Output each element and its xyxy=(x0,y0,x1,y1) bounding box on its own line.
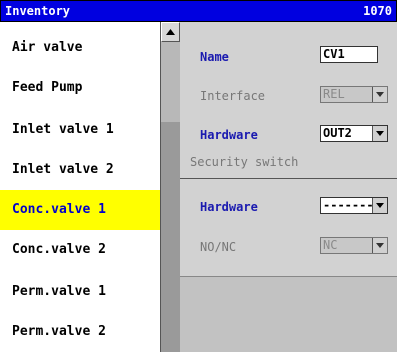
interface-value: REL xyxy=(323,87,345,101)
security-switch-section: Hardware ------- NO/NC NC xyxy=(180,178,397,276)
scroll-up-button[interactable] xyxy=(161,22,180,42)
security-hardware-select[interactable]: ------- xyxy=(320,197,388,214)
hardware-select[interactable]: OUT2 xyxy=(320,125,388,142)
hardware-value: OUT2 xyxy=(323,126,352,140)
chevron-down-icon xyxy=(376,243,384,248)
chevron-down-icon xyxy=(376,92,384,97)
name-field[interactable]: CV1 xyxy=(320,46,378,63)
security-hardware-value: ------- xyxy=(323,198,374,212)
list-item-perm-valve-2[interactable]: Perm.valve 2 xyxy=(0,312,160,352)
security-switch-heading: Security switch xyxy=(190,155,299,169)
list-item-conc-valve-2[interactable]: Conc.valve 2 xyxy=(0,230,160,270)
list-item-inlet-valve-2[interactable]: Inlet valve 2 xyxy=(0,150,160,190)
scroll-thumb[interactable] xyxy=(161,42,180,122)
interface-dropdown-button xyxy=(372,87,387,102)
interface-select: REL xyxy=(320,86,388,103)
security-hardware-label: Hardware xyxy=(200,200,258,214)
window-title: Inventory xyxy=(5,4,71,18)
inventory-list[interactable]: Air valve Feed Pump Inlet valve 1 Inlet … xyxy=(0,22,180,352)
nonc-dropdown-button xyxy=(372,238,387,253)
nonc-select: NC xyxy=(320,237,388,254)
list-scrollbar[interactable] xyxy=(160,22,180,352)
empty-section xyxy=(180,276,397,352)
list-item-feed-pump[interactable]: Feed Pump xyxy=(0,68,160,108)
arrow-up-icon xyxy=(166,29,175,35)
nonc-label: NO/NC xyxy=(200,240,237,254)
title-bar: Inventory 1070 xyxy=(0,0,397,22)
hardware-dropdown-button[interactable] xyxy=(372,126,387,141)
nonc-value: NC xyxy=(323,238,338,252)
general-section: Name CV1 Interface REL Hardware OUT2 Sec… xyxy=(180,22,397,178)
hardware-label: Hardware xyxy=(200,128,258,142)
chevron-down-icon xyxy=(376,203,384,208)
interface-label: Interface xyxy=(200,89,266,103)
name-label: Name xyxy=(200,50,229,64)
detail-panel: Name CV1 Interface REL Hardware OUT2 Sec… xyxy=(180,22,397,352)
chevron-down-icon xyxy=(376,131,384,136)
list-item-conc-valve-1[interactable]: Conc.valve 1 xyxy=(0,190,160,230)
list-item-inlet-valve-1[interactable]: Inlet valve 1 xyxy=(0,110,160,150)
list-item-perm-valve-1[interactable]: Perm.valve 1 xyxy=(0,272,160,312)
security-hardware-dropdown-button[interactable] xyxy=(372,198,387,213)
list-item-air-valve[interactable]: Air valve xyxy=(0,28,160,68)
window-code: 1070 xyxy=(363,4,392,18)
